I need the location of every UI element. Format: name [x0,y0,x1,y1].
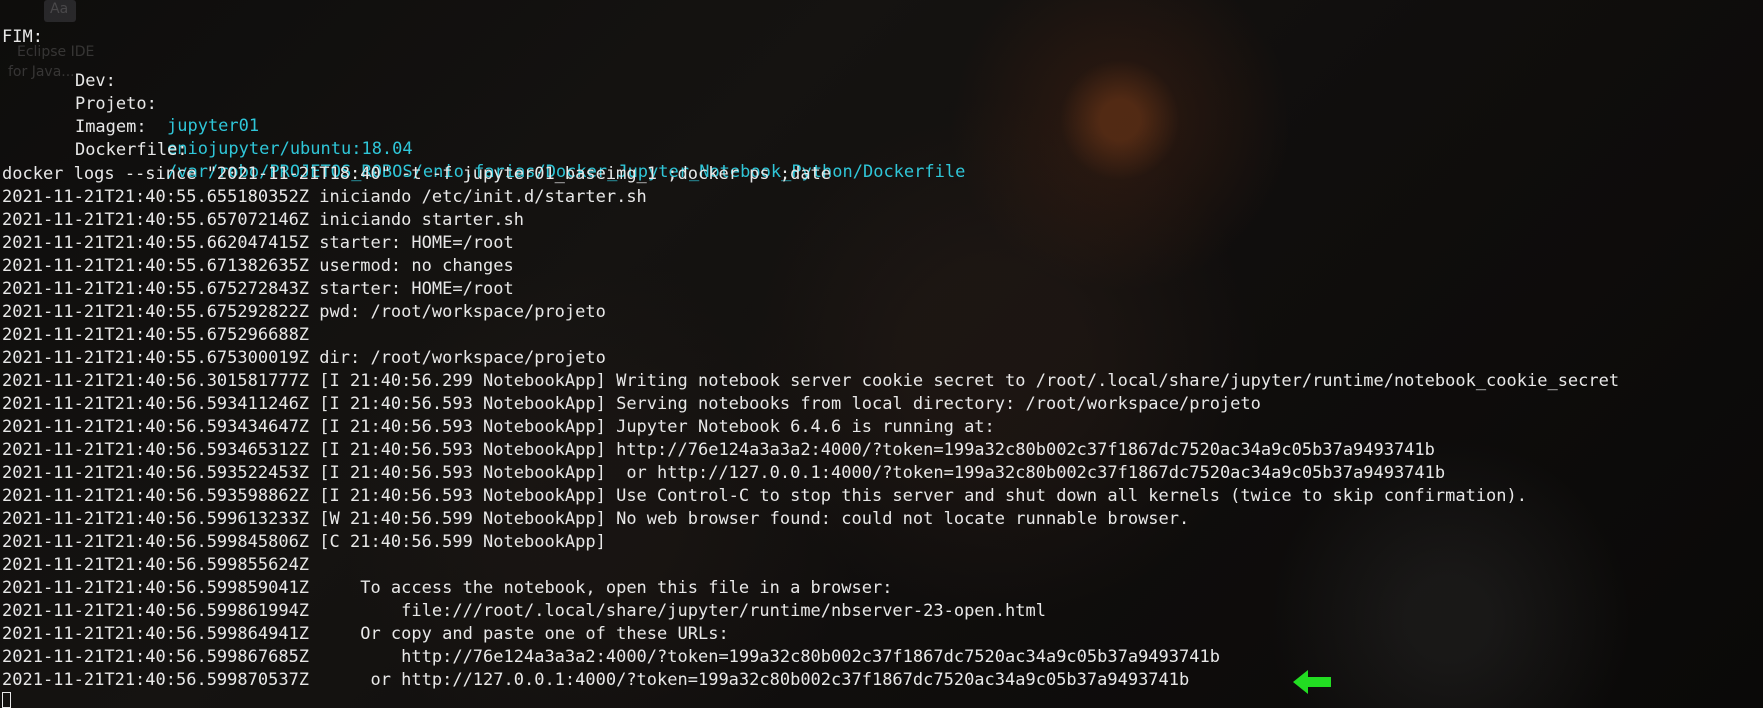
log-line-last-url: 2021-11-21T21:40:56.599870537Z or http:/… [2,670,1190,690]
log-line: 2021-11-21T21:40:56.593434647Z [I 21:40:… [2,417,995,437]
log-line: 2021-11-21T21:40:55.657072146Z iniciando… [2,210,524,230]
log-line: 2021-11-21T21:40:56.593522453Z [I 21:40:… [2,463,1446,483]
log-line: 2021-11-21T21:40:56.599859041Z To access… [2,578,893,598]
log-line: 2021-11-21T21:40:55.675292822Z pwd: /roo… [2,302,606,322]
projeto-line: Projeto: jupyter01 [34,71,259,136]
dev-line: Dev: [34,48,116,91]
terminal-cursor [2,692,11,708]
imagem-value: eniojupyter/ubuntu:18.04 [167,139,413,159]
log-line: 2021-11-21T21:40:56.599845806Z [C 21:40:… [2,532,606,552]
background-tile-text: Aa [50,1,69,17]
log-line: 2021-11-21T21:40:56.599864941Z Or copy a… [2,624,729,644]
log-line: 2021-11-21T21:40:56.301581777Z [I 21:40:… [2,371,1620,391]
dockerfile-line: Dockerfile: /var/robo/PROJETOS_ROBOS/eni… [34,117,965,182]
command-line: docker logs --since "2021-11-21T18:40" -… [2,164,832,184]
log-line: 2021-11-21T21:40:56.599861994Z file:///r… [2,601,1046,621]
dockerfile-label: Dockerfile: [74,140,188,160]
log-line: 2021-11-21T21:40:55.675272843Z starter: … [2,279,514,299]
log-line: 2021-11-21T21:40:55.675300019Z dir: /roo… [2,348,606,368]
log-line: 2021-11-21T21:40:56.599867685Z http://76… [2,647,1220,667]
fim-line: FIM: [2,27,43,47]
log-line: 2021-11-21T21:40:56.599855624Z [2,555,310,575]
green-arrow-icon [1293,670,1331,694]
log-line: 2021-11-21T21:40:55.662047415Z starter: … [2,233,514,253]
log-line: 2021-11-21T21:40:55.671382635Z usermod: … [2,256,514,276]
log-line: 2021-11-21T21:40:55.655180352Z iniciando… [2,187,647,207]
log-line: 2021-11-21T21:40:56.593411246Z [I 21:40:… [2,394,1261,414]
log-line: 2021-11-21T21:40:56.593465312Z [I 21:40:… [2,440,1435,460]
terminal-window[interactable]: Aa Eclipse IDE for Java... FIM: Dev: Pro… [0,0,1763,708]
log-line: 2021-11-21T21:40:55.675296688Z [2,325,310,345]
log-line: 2021-11-21T21:40:56.599613233Z [W 21:40:… [2,509,1190,529]
log-line: 2021-11-21T21:40:56.593598862Z [I 21:40:… [2,486,1527,506]
imagem-line: Imagem: eniojupyter/ubuntu:18.04 [34,94,413,159]
